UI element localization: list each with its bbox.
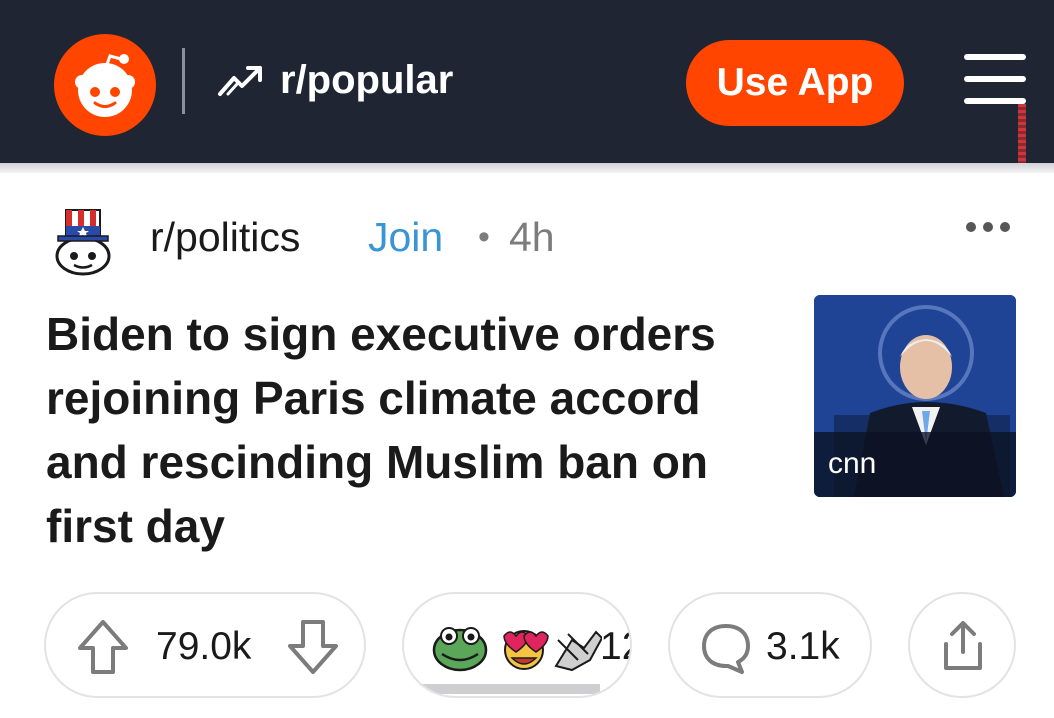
meta-separator: • [478,218,490,256]
trending-icon [218,66,262,96]
award-icon [432,627,602,672]
share-button[interactable] [908,592,1016,698]
subreddit-name[interactable]: r/politics [150,212,300,262]
use-app-button[interactable]: Use App [686,40,904,126]
comments-button[interactable]: 3.1k [668,592,872,698]
post-age: 4h [509,214,555,260]
header-divider [182,48,185,114]
vote-controls: 79.0k [44,592,366,698]
share-icon [944,621,982,670]
top-navigation-bar: r/popular Use App [0,0,1054,166]
join-button[interactable]: Join [368,212,443,262]
awards-button[interactable]: 12 [402,592,632,698]
hamburger-menu-icon[interactable] [960,50,1030,112]
more-options-icon[interactable] [964,220,1012,234]
downvote-icon[interactable] [286,618,340,676]
thumbnail-source-text: cnn [828,447,877,480]
post-title[interactable]: Biden to sign executive orders rejoining… [46,302,786,558]
subreddit-avatar-icon[interactable] [50,204,116,276]
page-title[interactable]: r/popular [280,56,453,104]
vote-count: 79.0k [156,625,252,668]
comment-count: 3.1k [766,625,840,668]
thumbnail-source-label: cnn [814,432,1016,497]
scroll-indicator [1018,104,1026,166]
comment-icon [702,624,750,674]
award-count: 12 [600,625,630,668]
upvote-icon[interactable] [76,618,130,676]
reddit-logo-icon[interactable] [54,34,156,136]
award-scroll-bar [422,684,600,694]
header-shadow [0,163,1054,173]
